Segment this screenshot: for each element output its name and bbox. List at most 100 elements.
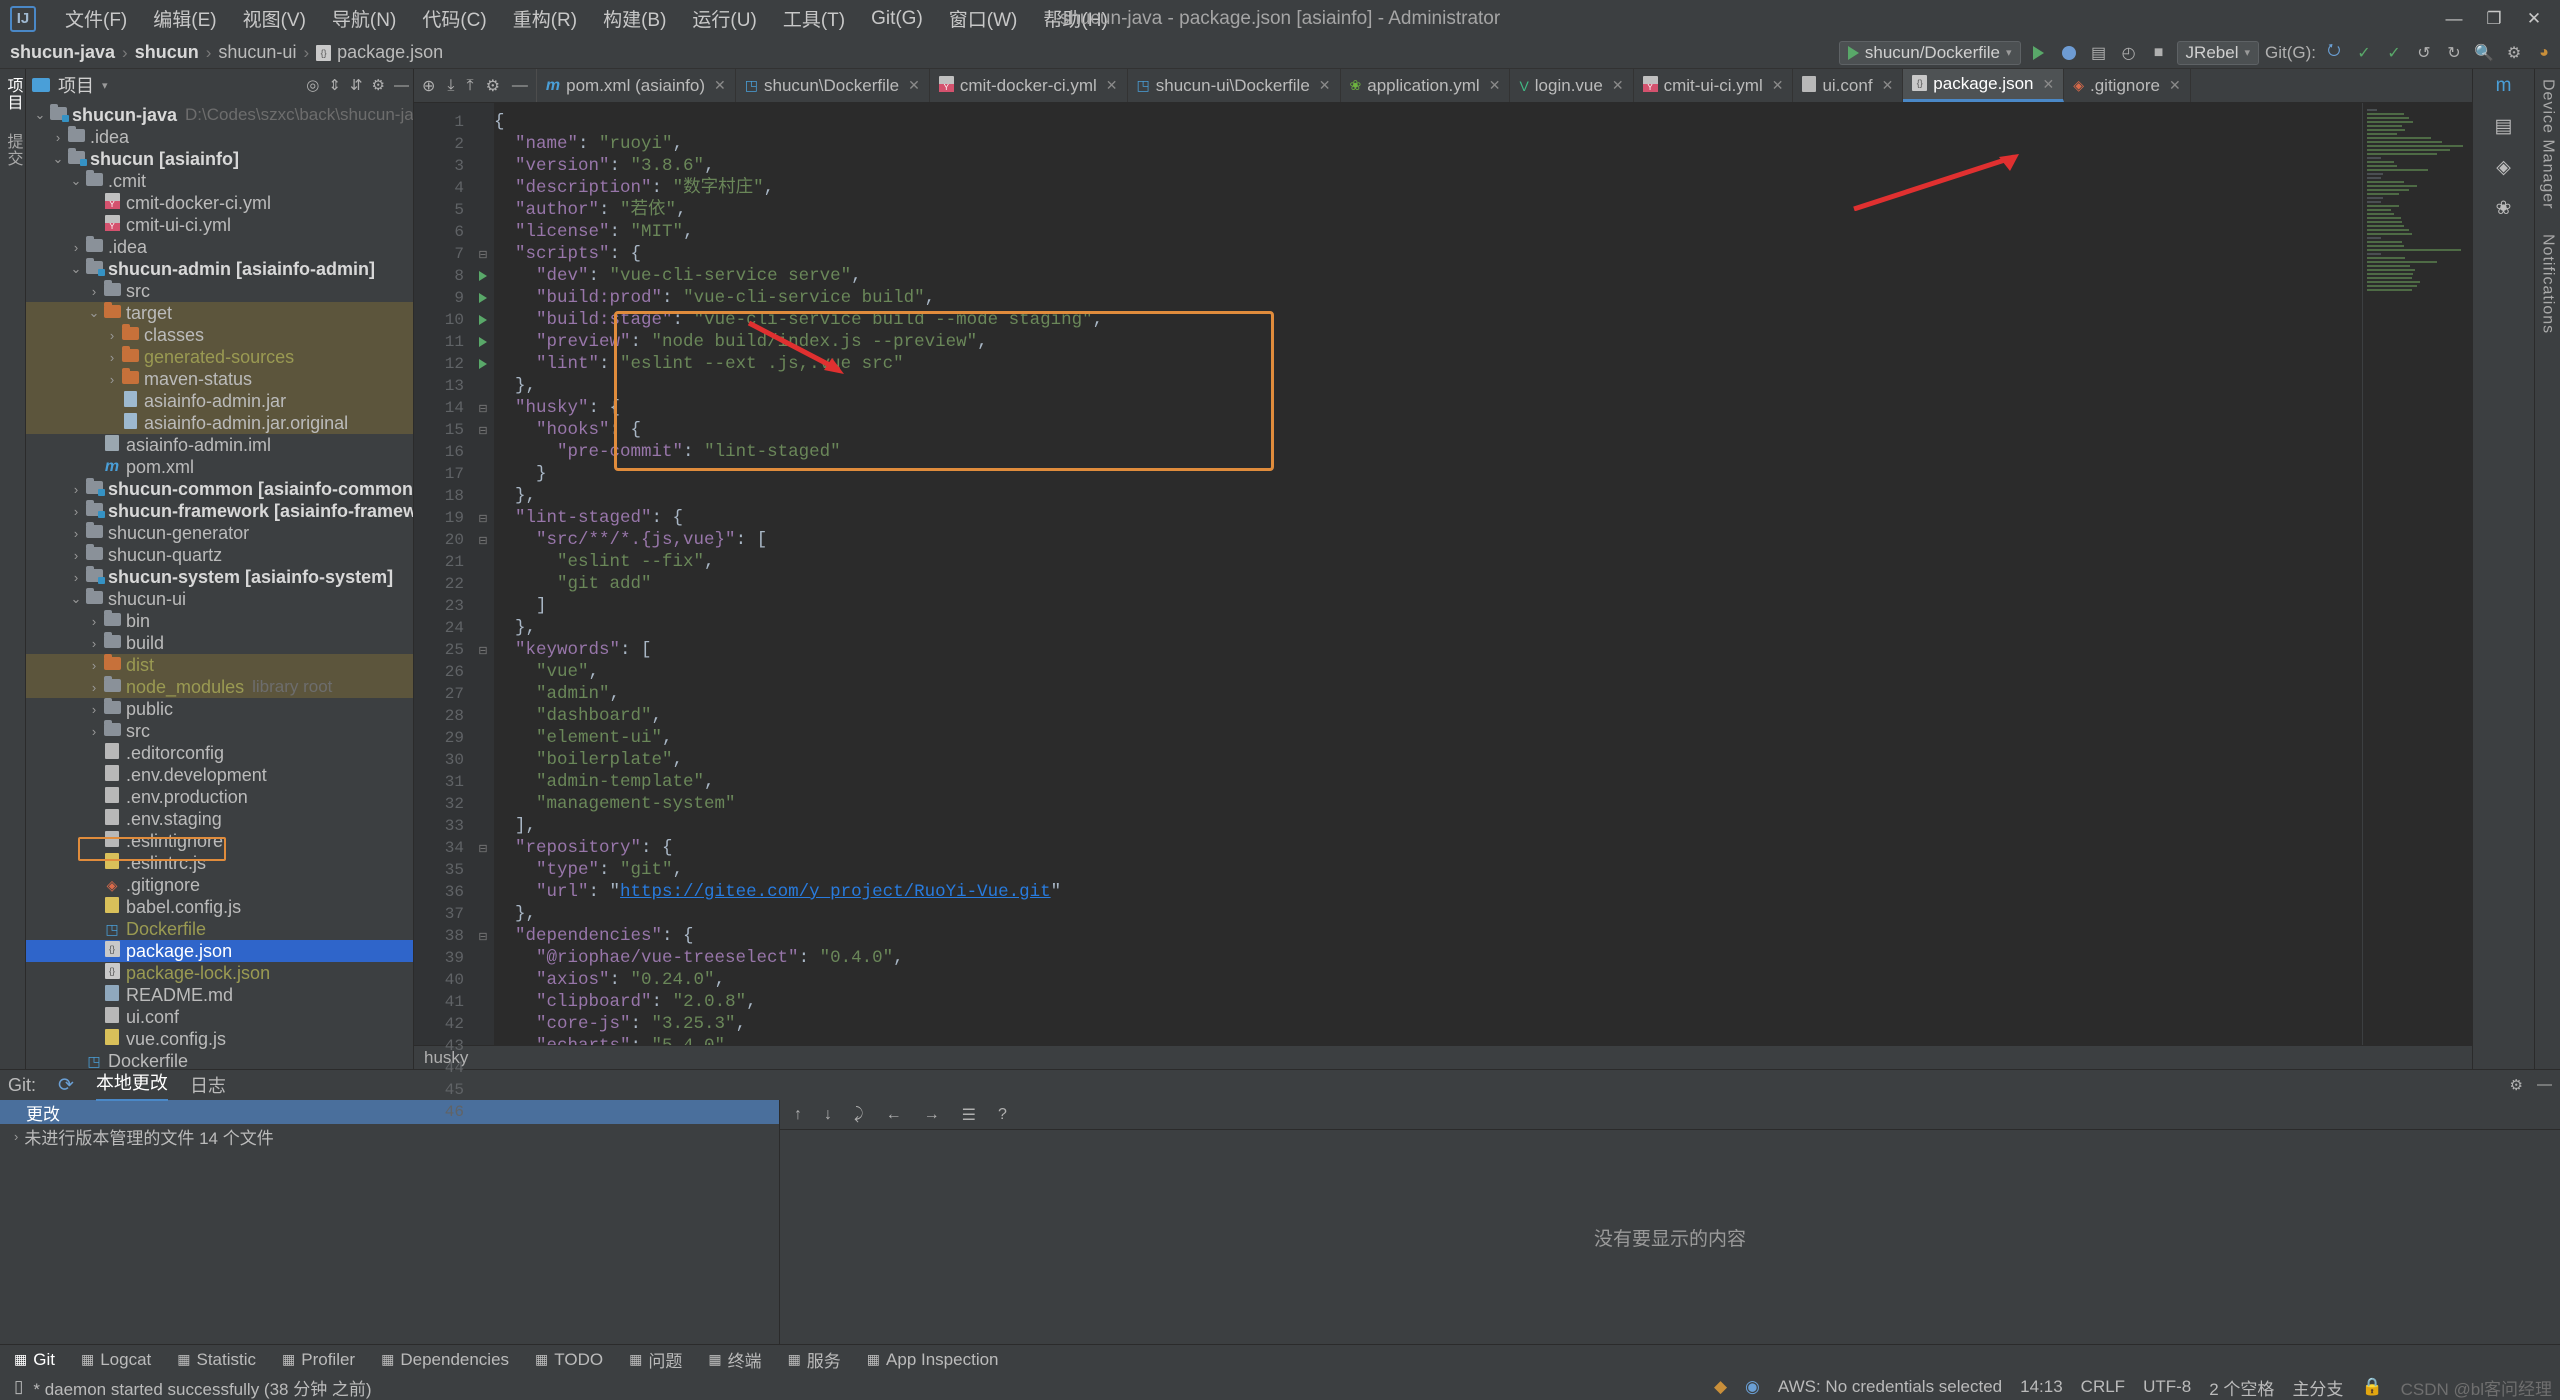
- jrebel-selector[interactable]: JRebel ▾: [2176, 40, 2259, 65]
- git-commit-button[interactable]: ✓: [2352, 41, 2376, 65]
- collapse-icon[interactable]: ⤒: [466, 77, 473, 95]
- menu-item-0[interactable]: 文件(F): [52, 2, 140, 35]
- menu-item-1[interactable]: 编辑(E): [140, 2, 229, 35]
- tree-node[interactable]: .env.production: [26, 786, 413, 808]
- lock-icon[interactable]: 🔒: [2361, 1377, 2382, 1397]
- close-icon[interactable]: ✕: [1319, 77, 1331, 94]
- close-icon[interactable]: ✕: [2042, 76, 2054, 93]
- tree-node[interactable]: asiainfo-admin.jar: [26, 390, 413, 412]
- menu-item-10[interactable]: 窗口(W): [936, 2, 1031, 35]
- tree-node[interactable]: ◈ .gitignore: [26, 874, 413, 896]
- tree-node[interactable]: .eslintignore: [26, 830, 413, 852]
- coverage-button[interactable]: ▤: [2087, 41, 2111, 65]
- help-icon[interactable]: ?: [998, 1106, 1007, 1124]
- tree-node[interactable]: .env.staging: [26, 808, 413, 830]
- gear-icon[interactable]: ⚙: [2510, 1076, 2523, 1094]
- tree-node[interactable]: ◳ Dockerfile: [26, 1050, 413, 1070]
- locate-icon[interactable]: ◎: [306, 76, 319, 94]
- editor-tab-1[interactable]: ◳ shucun\Dockerfile ✕: [736, 69, 930, 102]
- chevron-down-icon[interactable]: ⌄: [50, 151, 66, 167]
- chevron-right-icon[interactable]: ›: [86, 284, 102, 299]
- tree-node[interactable]: cmit-docker-ci.yml: [26, 192, 413, 214]
- breadcrumb-item-1[interactable]: shucun: [135, 42, 199, 63]
- status-tool-服务[interactable]: ▦ 服务: [788, 1347, 841, 1372]
- chevron-right-icon[interactable]: ›: [68, 570, 84, 585]
- git-update-button[interactable]: ⭮: [2322, 41, 2346, 65]
- editor-tab-3[interactable]: ◳ shucun-ui\Dockerfile ✕: [1128, 69, 1341, 102]
- fold-toggle-icon[interactable]: ⊟: [472, 529, 494, 551]
- gear-icon[interactable]: ⚙: [486, 76, 500, 96]
- run-script-icon[interactable]: [472, 331, 494, 353]
- tool-strip-commit[interactable]: 提交: [1, 133, 25, 167]
- maximize-button[interactable]: ❐: [2474, 4, 2514, 34]
- editor-tab-2[interactable]: cmit-docker-ci.yml ✕: [930, 69, 1128, 102]
- chevron-right-icon[interactable]: ›: [68, 526, 84, 541]
- editor-tab-8[interactable]: package.json ✕: [1903, 69, 2065, 102]
- chevron-right-icon[interactable]: ›: [14, 1129, 18, 1144]
- refresh-icon[interactable]: ⟳: [58, 1074, 74, 1097]
- tree-node[interactable]: ⌄ .cmit: [26, 169, 413, 192]
- tree-node[interactable]: › classes: [26, 323, 413, 346]
- expand-all-icon[interactable]: ⇕: [328, 76, 341, 94]
- run-script-icon[interactable]: [472, 353, 494, 375]
- tree-node[interactable]: ⌄ shucun [asiainfo]: [26, 147, 413, 170]
- close-icon[interactable]: ✕: [714, 77, 726, 94]
- chevron-down-icon[interactable]: ⌄: [86, 305, 102, 321]
- tree-node[interactable]: › shucun-generator: [26, 521, 413, 544]
- code-content[interactable]: { "name": "ruoyi", "version": "3.8.6", "…: [494, 103, 2362, 1045]
- editor-tab-5[interactable]: Vlogin.vue ✕: [1510, 69, 1634, 102]
- search-icon[interactable]: 🔍: [2472, 41, 2496, 65]
- prev-diff-icon[interactable]: ↑: [794, 1106, 802, 1124]
- chevron-right-icon[interactable]: ›: [86, 614, 102, 629]
- menu-item-7[interactable]: 运行(U): [679, 2, 769, 35]
- tree-node[interactable]: › dist: [26, 653, 413, 676]
- status-indent[interactable]: 2 个空格: [2209, 1375, 2274, 1400]
- maven-icon[interactable]: m: [2496, 75, 2512, 97]
- chevron-down-icon[interactable]: ⌄: [68, 591, 84, 607]
- chevron-right-icon[interactable]: ›: [104, 372, 120, 387]
- tree-node[interactable]: README.md: [26, 984, 413, 1006]
- history-forward-icon[interactable]: ↻: [2442, 41, 2466, 65]
- close-icon[interactable]: ✕: [1772, 77, 1784, 94]
- status-aws[interactable]: AWS: No credentials selected: [1778, 1377, 2002, 1397]
- project-tree[interactable]: ⌄ shucun-java D:\Codes\szxc\back\shucun-ja…: [26, 101, 413, 1069]
- close-icon[interactable]: ✕: [1106, 77, 1118, 94]
- hide-panel-icon[interactable]: —: [394, 77, 409, 94]
- tree-node[interactable]: ◳ Dockerfile: [26, 918, 413, 940]
- status-tool-问题[interactable]: ▦ 问题: [629, 1347, 682, 1372]
- chevron-right-icon[interactable]: ›: [104, 350, 120, 365]
- tree-node[interactable]: › src: [26, 279, 413, 302]
- editor-tab-9[interactable]: ◈ .gitignore ✕: [2064, 69, 2191, 102]
- collapse-all-icon[interactable]: ⇵: [350, 76, 363, 94]
- tree-node[interactable]: › node_modules library root: [26, 675, 413, 698]
- revert-icon[interactable]: ⤸: [854, 1106, 864, 1124]
- tree-node[interactable]: › shucun-system [asiainfo-system]: [26, 565, 413, 588]
- tree-node[interactable]: .env.development: [26, 764, 413, 786]
- run-button[interactable]: [2027, 41, 2051, 65]
- tree-node[interactable]: › .idea: [26, 235, 413, 258]
- chevron-down-icon[interactable]: ⌄: [68, 261, 84, 277]
- bean-icon[interactable]: ❀: [2496, 197, 2512, 220]
- close-icon[interactable]: ✕: [908, 77, 920, 94]
- status-line-separator[interactable]: CRLF: [2081, 1377, 2125, 1397]
- history-back-icon[interactable]: ↺: [2412, 41, 2436, 65]
- close-button[interactable]: ✕: [2514, 4, 2554, 34]
- tree-node[interactable]: .eslintrc.js: [26, 852, 413, 874]
- tree-node[interactable]: › bin: [26, 609, 413, 632]
- editor-tab-4[interactable]: ❀ application.yml ✕: [1341, 69, 1511, 102]
- tree-node[interactable]: ⌄ target: [26, 301, 413, 324]
- avatar[interactable]: ◕: [2532, 41, 2556, 65]
- run-script-icon[interactable]: [472, 309, 494, 331]
- aws-icon[interactable]: ◆: [1714, 1377, 1727, 1397]
- chevron-right-icon[interactable]: ›: [86, 680, 102, 695]
- tree-node[interactable]: package.json: [26, 940, 413, 962]
- menu-item-6[interactable]: 构建(B): [590, 2, 679, 35]
- status-tool-logcat[interactable]: ▦ Logcat: [81, 1350, 151, 1370]
- menu-item-9[interactable]: Git(G): [858, 5, 936, 33]
- status-tool-终端[interactable]: ▦ 终端: [708, 1347, 761, 1372]
- tree-node[interactable]: .editorconfig: [26, 742, 413, 764]
- fold-toggle-icon[interactable]: ⊟: [472, 925, 494, 947]
- close-icon[interactable]: ✕: [1882, 77, 1894, 94]
- breadcrumb-item-0[interactable]: shucun-java: [10, 42, 115, 63]
- run-script-icon[interactable]: [472, 287, 494, 309]
